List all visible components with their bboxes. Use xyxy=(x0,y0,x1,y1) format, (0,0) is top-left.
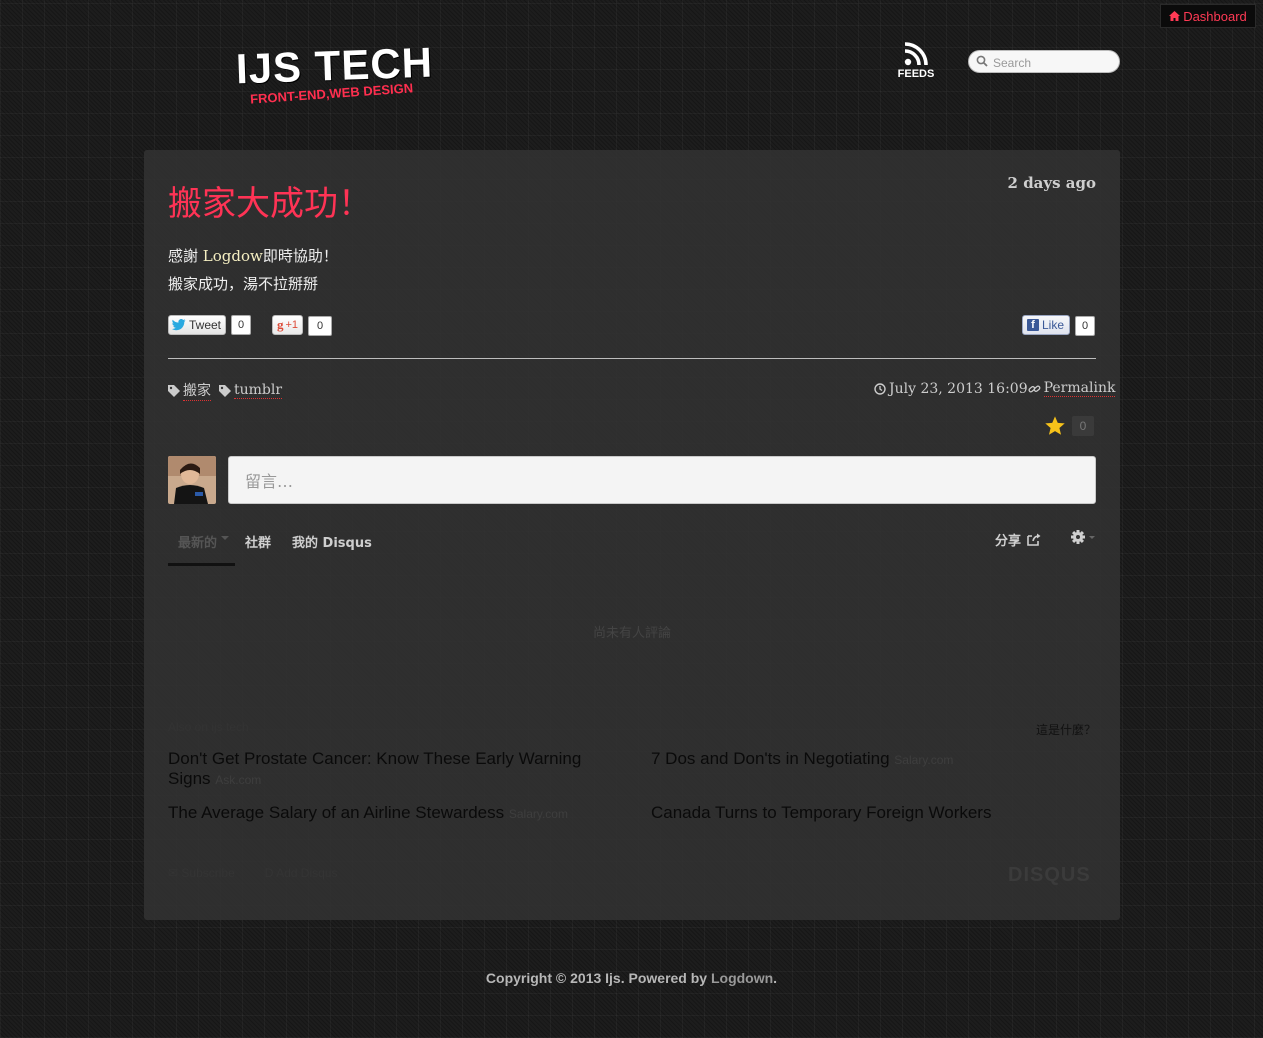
comment-tabs: 最新的 社群 我的 Disqus xyxy=(168,530,382,566)
feeds-link[interactable]: FEEDS xyxy=(892,42,940,84)
gplus-button[interactable]: g +1 xyxy=(272,315,304,335)
like-count: 0 xyxy=(1075,316,1095,336)
avatar xyxy=(168,456,216,504)
post-datetime: July 23, 2013 16:09 xyxy=(874,380,1028,397)
tag-icon xyxy=(219,384,231,397)
rss-icon xyxy=(904,42,928,66)
no-comments-message: 尚未有人評論 xyxy=(592,626,671,641)
tab-community[interactable]: 社群 xyxy=(235,530,281,566)
recommendation-item[interactable]: 7 Dos and Don'ts in Negotiating Salary.c… xyxy=(651,749,1091,770)
envelope-icon: ✉ xyxy=(168,866,182,880)
recommendation-title: 7 Dos and Don'ts in Negotiating xyxy=(651,749,890,768)
subscribe-label: Subscribe xyxy=(181,866,235,880)
copyright-text: Copyright © 2013 Ijs. Powered by xyxy=(485,970,711,986)
facebook-like-button[interactable]: f Like xyxy=(1022,315,1071,335)
gplus-icon: g xyxy=(277,317,284,332)
dashboard-label: Dashboard xyxy=(1183,9,1247,24)
share-label: 分享 xyxy=(995,534,1022,549)
star-count: 0 xyxy=(1072,416,1094,436)
share-button[interactable]: 分享 xyxy=(995,530,1041,549)
star-icon xyxy=(1045,416,1065,435)
disqus-d-icon: D xyxy=(264,866,277,880)
recommendation-title: Canada Turns to Temporary Foreign Worker… xyxy=(651,803,992,822)
search-icon xyxy=(976,55,988,67)
tweet-count: 0 xyxy=(231,315,251,335)
gplus-label: +1 xyxy=(285,319,299,331)
gplus-count: 0 xyxy=(308,316,332,336)
recommendation-source: Salary.com xyxy=(508,807,568,821)
caret-down-icon xyxy=(221,536,230,540)
tag-label: tumblr xyxy=(234,382,283,399)
share-icon xyxy=(1027,533,1041,546)
disqus-footer-links: ✉ Subscribe D Add Disqus xyxy=(168,866,337,880)
tab-my-disqus-label: 我的 Disqus xyxy=(292,536,372,551)
add-disqus-link[interactable]: D Add Disqus xyxy=(265,866,338,880)
datetime-text: July 23, 2013 16:09 xyxy=(889,380,1028,397)
recommendation-item[interactable]: Don't Get Prostate Cancer: Know These Ea… xyxy=(168,749,608,790)
whats-this-link[interactable]: 這是什麼？ xyxy=(1000,721,1096,738)
post-time-ago: 2 days ago xyxy=(1007,174,1096,192)
gear-icon xyxy=(1071,530,1095,544)
post-tags: 搬家 tumblr xyxy=(168,380,283,401)
recommendation-item[interactable]: Canada Turns to Temporary Foreign Worker… xyxy=(651,803,1091,824)
search-box[interactable] xyxy=(968,50,1120,73)
recommendation-item[interactable]: The Average Salary of an Airline Steward… xyxy=(168,803,608,824)
comment-input[interactable] xyxy=(243,469,1077,493)
body-text: 即時協助！ xyxy=(262,247,338,265)
tweet-button[interactable]: Tweet xyxy=(168,315,227,335)
body-text: 感謝 xyxy=(168,247,203,265)
tab-community-label: 社群 xyxy=(245,536,272,551)
recommendation-source: Ask.com xyxy=(215,773,262,787)
post-meta: July 23, 2013 16:09 Permalink xyxy=(874,380,1116,397)
dashboard-button[interactable]: Dashboard xyxy=(1160,4,1256,28)
divider xyxy=(168,358,1096,359)
clock-icon xyxy=(874,382,886,395)
feeds-label: FEEDS xyxy=(897,68,935,80)
logdown-link[interactable]: Logdow xyxy=(203,247,263,265)
recommend-button[interactable]: 0 xyxy=(1044,414,1096,438)
also-on-heading: Also on ijs tech xyxy=(168,720,249,734)
comment-box[interactable] xyxy=(228,456,1096,504)
add-disqus-label: Add Disqus xyxy=(276,866,338,880)
settings-button[interactable] xyxy=(1070,529,1096,549)
post-body-line-1: 感謝 Logdow即時協助！ xyxy=(168,245,338,266)
twitter-bird-icon xyxy=(172,319,186,331)
tag-item[interactable]: 搬家 xyxy=(168,380,211,401)
logdown-footer-link[interactable]: Logdown xyxy=(711,970,773,986)
tab-newest[interactable]: 最新的 xyxy=(168,530,236,566)
permalink[interactable]: Permalink xyxy=(1028,380,1116,397)
tag-label: 搬家 xyxy=(183,380,211,401)
recommendation-title: The Average Salary of an Airline Steward… xyxy=(168,803,505,822)
tab-newest-label: 最新的 xyxy=(178,536,218,551)
tag-item[interactable]: tumblr xyxy=(219,380,283,401)
search-input[interactable] xyxy=(991,53,1115,72)
tab-my-disqus[interactable]: 我的 Disqus xyxy=(281,530,382,566)
post-body-line-2: 搬家成功，湯不拉掰掰 xyxy=(168,275,319,293)
tag-icon xyxy=(168,384,180,397)
tweet-label: Tweet xyxy=(189,318,222,332)
recommendation-source: Salary.com xyxy=(894,753,954,767)
permalink-label: Permalink xyxy=(1043,380,1116,397)
facebook-icon: f xyxy=(1027,319,1039,331)
post-title[interactable]: 搬家大成功！ xyxy=(168,176,372,225)
home-icon xyxy=(1169,5,1181,29)
disqus-logo[interactable]: DISQUS xyxy=(1008,864,1091,887)
subscribe-link[interactable]: ✉ Subscribe xyxy=(168,866,235,880)
site-logo[interactable]: IJS TECH FRONT-END,WEB DESIGN xyxy=(235,39,436,112)
link-icon xyxy=(1028,385,1041,392)
copyright-suffix: . xyxy=(773,970,778,986)
copyright: Copyright © 2013 Ijs. Powered by Logdown… xyxy=(0,970,1263,986)
like-label: Like xyxy=(1042,318,1065,332)
